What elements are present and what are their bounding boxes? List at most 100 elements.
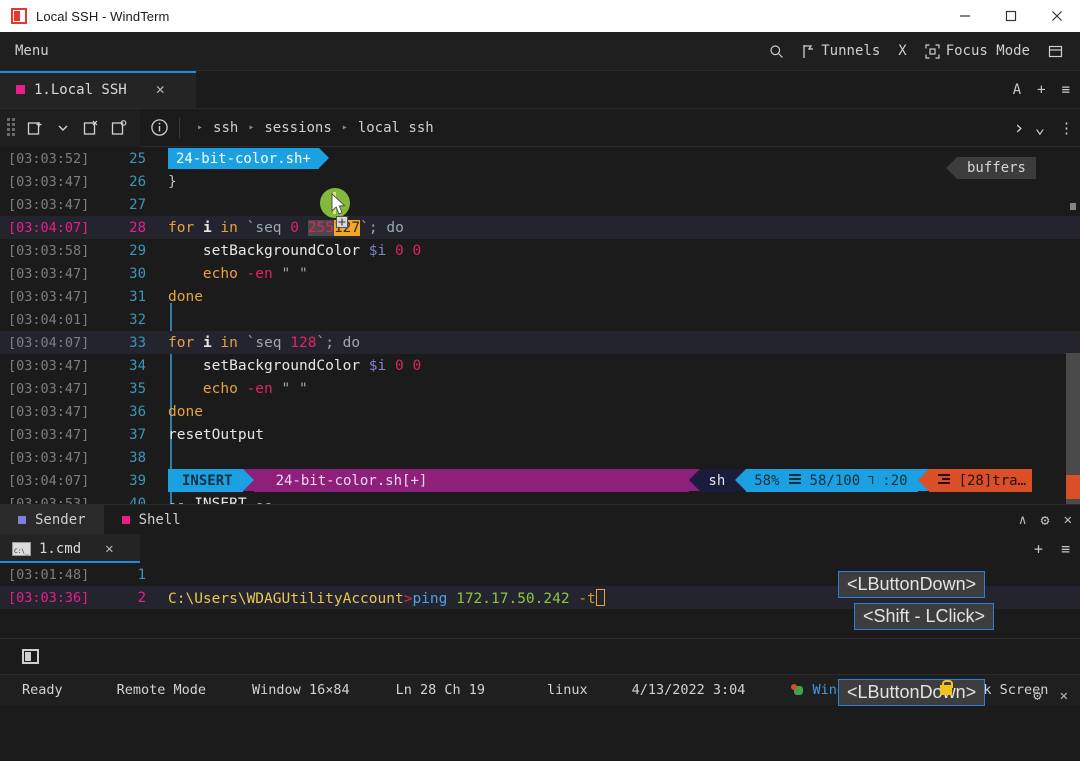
token-255-selected: 255 <box>307 219 334 236</box>
row-timestamp: [03:03:47] <box>8 426 90 443</box>
close-session-icon[interactable] <box>78 115 104 141</box>
row-timestamp: [03:03:53] <box>8 495 90 505</box>
breadcrumb-item-local-ssh[interactable]: local ssh <box>352 120 440 136</box>
status-os: linux <box>547 682 588 698</box>
toolbar-divider <box>179 117 180 138</box>
search-icon <box>769 44 784 59</box>
row-line-number: 30 <box>129 265 146 282</box>
maximize-button[interactable] <box>988 0 1034 32</box>
row-line-number: 37 <box>129 426 146 443</box>
x-label: X <box>898 43 907 59</box>
status-ready: Ready <box>22 682 63 698</box>
mouse-cursor-icon <box>331 193 346 215</box>
x-button[interactable]: X <box>889 36 915 66</box>
scrollbar-marker <box>1070 203 1076 210</box>
bottom-settings-button[interactable]: ⚙ <box>1033 688 1041 704</box>
vim-percent: 58% <box>754 472 780 489</box>
shell-tab-close-icon[interactable]: ✕ <box>105 541 113 557</box>
new-shell-button[interactable]: + <box>1034 540 1043 558</box>
sender-status-dot-icon <box>18 515 26 524</box>
session-status-dot-icon <box>16 85 25 94</box>
menu-button[interactable]: Menu <box>15 43 49 59</box>
terminal-row: [03:03:47] 37 resetOutput <box>0 423 1080 446</box>
minimize-button[interactable] <box>942 0 988 32</box>
terminal-row: [03:03:47] 30 echo -en " " <box>0 262 1080 285</box>
new-session-icon[interactable] <box>22 115 48 141</box>
drag-grip-icon[interactable] <box>7 117 17 138</box>
layout-panel-icon <box>1048 44 1063 59</box>
path-more-icon[interactable]: ⋮ <box>1059 119 1074 137</box>
terminal-row: [03:03:47] 26 } <box>0 170 1080 193</box>
font-size-button[interactable]: A <box>1013 82 1021 98</box>
token-echo-flag: -en <box>246 380 273 397</box>
row-timestamp: [03:04:07] <box>8 472 90 489</box>
row-code: for i in `seq 0 255127`; do <box>168 219 404 236</box>
panel-tab-label: Sender <box>35 511 86 528</box>
shell-tab-1-cmd[interactable]: C:\_ 1.cmd ✕ <box>0 534 140 563</box>
panel-tab-shell[interactable]: Shell <box>104 505 199 534</box>
panel-tab-sender[interactable]: Sender <box>0 505 104 534</box>
panel-tab-label: Shell <box>138 511 181 528</box>
row-line-number: 38 <box>129 449 146 466</box>
terminal-row: [03:03:47] 35 echo -en " " <box>0 377 1080 400</box>
status-remote-mode[interactable]: Remote Mode <box>117 682 206 698</box>
tunnels-button[interactable]: Tunnels <box>793 36 889 66</box>
token-zero: 0 <box>290 219 300 236</box>
new-tab-button[interactable]: + <box>1037 82 1045 98</box>
clone-session-icon[interactable] <box>106 115 132 141</box>
layout-button[interactable] <box>1039 36 1072 66</box>
statusline-sep-icon <box>735 469 747 491</box>
bottom-close-button[interactable]: ✕ <box>1060 688 1068 704</box>
focus-mode-button[interactable]: Focus Mode <box>916 36 1039 66</box>
token-for: for <box>168 334 195 351</box>
dropdown-caret-icon[interactable] <box>50 115 76 141</box>
focus-mode-label: Focus Mode <box>945 43 1030 59</box>
path-bar: ▸ ssh ▸ sessions ▸ local ssh › ⌄ ⋮ <box>0 108 1080 147</box>
window-controls <box>942 0 1080 32</box>
breadcrumb-item-sessions[interactable]: sessions <box>258 120 337 136</box>
vim-file-tag: 24-bit-color.sh+ <box>168 148 329 169</box>
path-bar-right-controls: › ⌄ ⋮ <box>1013 117 1074 139</box>
row-line-number: 26 <box>129 173 146 190</box>
row-timestamp: [03:04:01] <box>8 311 90 328</box>
close-panel-button[interactable]: ✕ <box>1064 512 1072 528</box>
row-timestamp: [03:03:47] <box>8 403 90 420</box>
token-i-var: $i <box>368 357 387 374</box>
terminal-upper[interactable]: [03:03:52] 25 24-bit-color.sh+ [03:03:47… <box>0 147 1080 504</box>
path-forward-icon[interactable]: › <box>1013 117 1024 139</box>
row-timestamp: [03:03:47] <box>8 173 90 190</box>
token-ip-address: 172.17.50.242 <box>456 590 570 607</box>
terminal-row: [03:03:53] 40 -- INSERT -- <box>0 492 1080 505</box>
row-code: echo -en " " <box>168 381 308 397</box>
panel-settings-button[interactable]: ⚙ <box>1041 511 1050 529</box>
path-dropdown-icon[interactable]: ⌄ <box>1035 118 1045 138</box>
row-line-number: 31 <box>129 288 146 305</box>
session-tab-close-icon[interactable]: ✕ <box>156 82 165 97</box>
terminal-row: [03:03:47] 34 setBackgroundColor $i 0 0 <box>0 354 1080 377</box>
statusline-sep-icon <box>917 469 929 491</box>
menu-bar-right: Tunnels X Focus Mode <box>760 36 1072 66</box>
restore-window-icon[interactable] <box>22 649 39 664</box>
vim-position-group: 58% 58/100 ⅂ :20 <box>746 469 918 492</box>
buffer-list-icon <box>937 473 951 489</box>
session-tab-controls: A + ≡ <box>1013 71 1070 109</box>
bug-icon <box>791 684 805 696</box>
info-icon[interactable] <box>146 115 172 141</box>
search-button[interactable] <box>760 36 793 66</box>
token-args: 0 0 <box>395 357 422 374</box>
terminal-row: [03:04:01] 32 <box>0 308 1080 331</box>
breadcrumb-item-ssh[interactable]: ssh <box>207 120 244 136</box>
collapse-panel-button[interactable]: ∧ <box>1019 513 1027 528</box>
crumb-arrow-icon: ▸ <box>341 122 348 133</box>
windterm-window: Local SSH - WindTerm Menu Tunnels X Focu… <box>0 0 1080 761</box>
shell-menu-button[interactable]: ≡ <box>1061 540 1070 558</box>
row-code: resetOutput <box>168 426 265 443</box>
terminal-lower[interactable]: [03:01:48] 1 [03:03:36] 2 C:\Users\WDAGU… <box>0 563 1080 638</box>
session-tab-local-ssh[interactable]: 1.Local SSH ✕ <box>0 71 196 108</box>
close-button[interactable] <box>1034 0 1080 32</box>
tab-menu-button[interactable]: ≡ <box>1062 82 1070 98</box>
row-timestamp: [03:04:07] <box>8 219 90 236</box>
session-tab-label: 1.Local SSH <box>34 81 127 98</box>
lock-icon <box>939 680 954 695</box>
row-line-number: 2 <box>137 589 146 606</box>
